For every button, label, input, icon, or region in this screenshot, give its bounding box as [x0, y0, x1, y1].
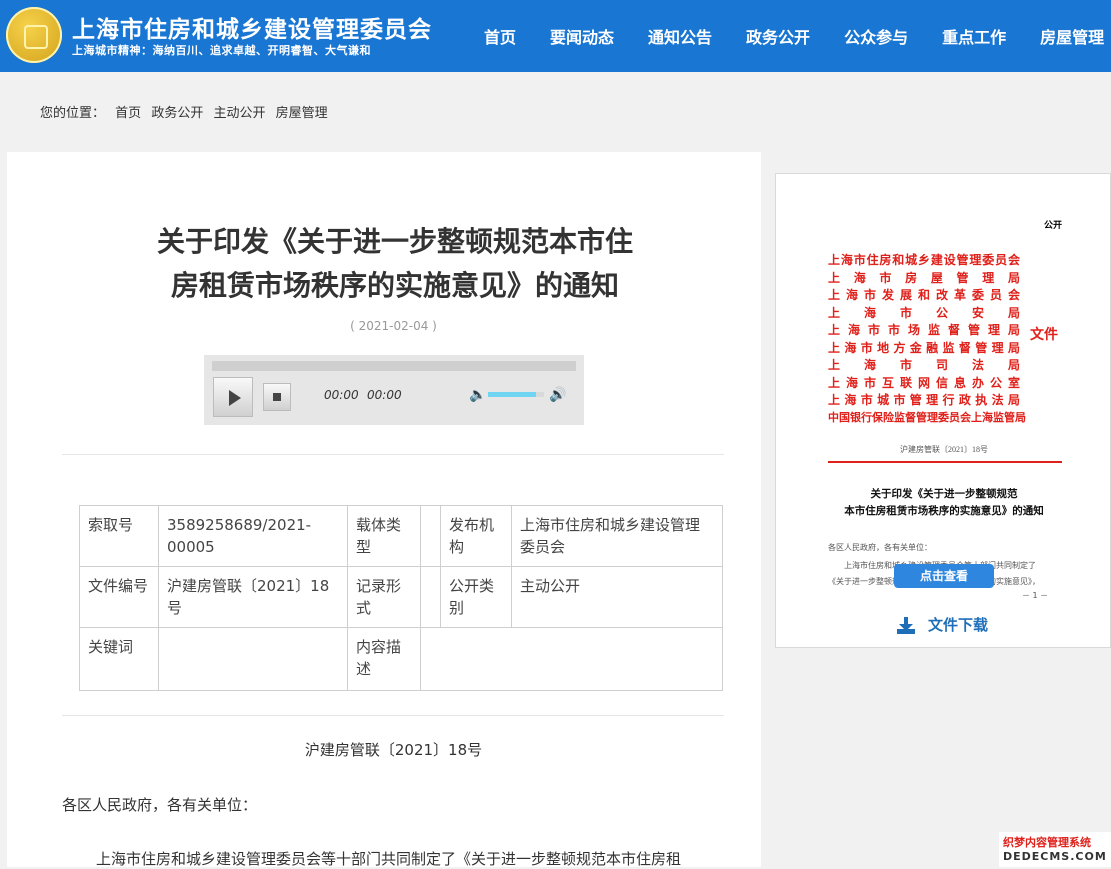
volume-max-icon[interactable]: 🔊	[549, 387, 566, 403]
breadcrumb-label: 您的位置：	[40, 106, 106, 121]
meta-label: 关键词	[79, 627, 159, 691]
volume-slider[interactable]	[488, 392, 544, 397]
audio-player: 00:00 00:00 🔈 🔊	[204, 355, 584, 425]
volume-level	[488, 392, 536, 397]
body-paragraph: 上海市住房和城乡建设管理委员会等十部门共同制定了《关于进一步整顿规范本市住房租	[96, 850, 682, 868]
meta-value	[420, 566, 441, 628]
meta-value: 沪建房管联〔2021〕18号	[158, 566, 348, 628]
nav-notices[interactable]: 通知公告	[648, 24, 712, 48]
preview-public-label: 公开	[1043, 221, 1062, 231]
audio-progress-bar[interactable]	[212, 361, 576, 371]
preview-red-line	[828, 461, 1062, 463]
breadcrumb: 您的位置： 首页 政务公开 主动公开 房屋管理	[40, 102, 334, 121]
document-thumbnail[interactable]: 公开 上海市住房和城乡建设管理委员会 上海市房屋管理局 上海市发展和改革委员会 …	[776, 174, 1111, 604]
meta-value: 3589258689/2021-00005	[158, 505, 348, 567]
preview-page-number: － 1 －	[1022, 591, 1049, 600]
metadata-table: 索取号 3589258689/2021-00005 载体类型 发布机构 上海市住…	[79, 505, 723, 691]
breadcrumb-home[interactable]: 首页	[115, 106, 141, 121]
nav-housing[interactable]: 房屋管理	[1040, 24, 1104, 48]
divider-top	[62, 454, 724, 455]
site-title[interactable]: 上海市住房和城乡建设管理委员会	[72, 10, 432, 44]
nav-home[interactable]: 首页	[484, 24, 516, 48]
article-title: 关于印发《关于进一步整顿规范本市住 房租赁市场秩序的实施意见》的通知	[120, 220, 670, 308]
preview-org: 上海市市场监督管理局	[828, 323, 1020, 337]
watermark-line2: DEDECMS.COM	[1003, 850, 1107, 863]
meta-label: 内容描述	[347, 627, 421, 691]
breadcrumb-housing[interactable]: 房屋管理	[276, 106, 328, 121]
preview-title: 关于印发《关于进一步整顿规范 本市住房租赁市场秩序的实施意见》的通知	[816, 486, 1072, 520]
site-slogan: 上海城市精神：海纳百川、追求卓越、开明睿智、大气谦和	[72, 44, 371, 57]
preview-wenjian: 文件	[1030, 327, 1058, 343]
article-date: ( 2021-02-04 )	[350, 319, 437, 333]
preview-org: 上海市公安局	[828, 305, 1020, 320]
download-link[interactable]: 文件下载	[896, 614, 988, 635]
play-button[interactable]	[213, 377, 253, 417]
meta-value: 主动公开	[511, 566, 723, 628]
meta-label: 索取号	[79, 505, 159, 567]
view-document-button[interactable]: 点击查看	[894, 564, 994, 588]
shanghai-logo[interactable]	[6, 7, 62, 63]
preview-title-line2: 本市住房租赁市场秩序的实施意见》的通知	[844, 506, 1044, 517]
meta-label: 发布机构	[440, 505, 512, 567]
preview-org: 上海市住房和城乡建设管理委员会	[828, 253, 1020, 267]
download-icon	[897, 616, 915, 634]
divider-bottom	[62, 715, 724, 716]
preview-title-line1: 关于印发《关于进一步整顿规范	[870, 489, 1018, 500]
meta-value: 上海市住房和城乡建设管理委员会	[511, 505, 723, 567]
nav-key-work[interactable]: 重点工作	[942, 24, 1006, 48]
preview-org: 上海市房屋管理局	[828, 270, 1020, 285]
download-label: 文件下载	[928, 616, 989, 634]
meta-label: 载体类型	[347, 505, 421, 567]
stop-button[interactable]	[263, 383, 291, 411]
watermark: 织梦内容管理系统 DEDECMS.COM	[999, 832, 1111, 867]
recipients: 各区人民政府，各有关单位：	[62, 796, 258, 814]
breadcrumb-active-open[interactable]: 主动公开	[213, 106, 265, 121]
watermark-line1: 织梦内容管理系统	[1003, 836, 1091, 849]
meta-value	[420, 505, 441, 567]
breadcrumb-gov-open[interactable]: 政务公开	[151, 106, 203, 121]
preview-org: 上海市地方金融监督管理局	[828, 340, 1020, 355]
preview-doc-number: 沪建房管联〔2021〕18号	[900, 445, 988, 454]
nav-public[interactable]: 公众参与	[844, 24, 908, 48]
meta-value	[420, 627, 723, 691]
document-preview-panel: 公开 上海市住房和城乡建设管理委员会 上海市房屋管理局 上海市发展和改革委员会 …	[775, 173, 1111, 648]
meta-label: 公开类别	[440, 566, 512, 628]
main-nav: 首页 要闻动态 通知公告 政务公开 公众参与 重点工作 房屋管理	[467, 0, 1111, 72]
preview-org: 上海市互联网信息办公室	[828, 375, 1020, 390]
meta-label: 文件编号	[79, 566, 159, 628]
nav-news[interactable]: 要闻动态	[550, 24, 614, 48]
logo-mark	[24, 25, 48, 49]
preview-org: 上海市发展和改革委员会	[828, 288, 1020, 302]
meta-value	[158, 627, 348, 691]
preview-org: 中国银行保险监督管理委员会上海监管局	[828, 411, 1026, 424]
preview-line: 各区人民政府，各有关单位：	[828, 543, 932, 552]
article-title-line2: 房租赁市场秩序的实施意见》的通知	[170, 269, 619, 302]
article-title-line1: 关于印发《关于进一步整顿规范本市住	[156, 225, 633, 258]
meta-label: 记录形式	[347, 566, 421, 628]
preview-org: 上海市城市管理行政执法局	[828, 393, 1020, 407]
site-header: 上海市住房和城乡建设管理委员会 上海城市精神：海纳百川、追求卓越、开明睿智、大气…	[0, 0, 1111, 72]
current-time: 00:00	[324, 388, 359, 402]
mute-icon[interactable]: 🔈	[469, 387, 486, 403]
document-number: 沪建房管联〔2021〕18号	[304, 741, 483, 759]
duration: 00:00	[367, 388, 402, 402]
nav-gov-open[interactable]: 政务公开	[746, 24, 810, 48]
preview-org: 上海市司法局	[828, 358, 1020, 372]
preview-issuing-orgs: 上海市住房和城乡建设管理委员会 上海市房屋管理局 上海市发展和改革委员会 上海市…	[828, 252, 1026, 427]
